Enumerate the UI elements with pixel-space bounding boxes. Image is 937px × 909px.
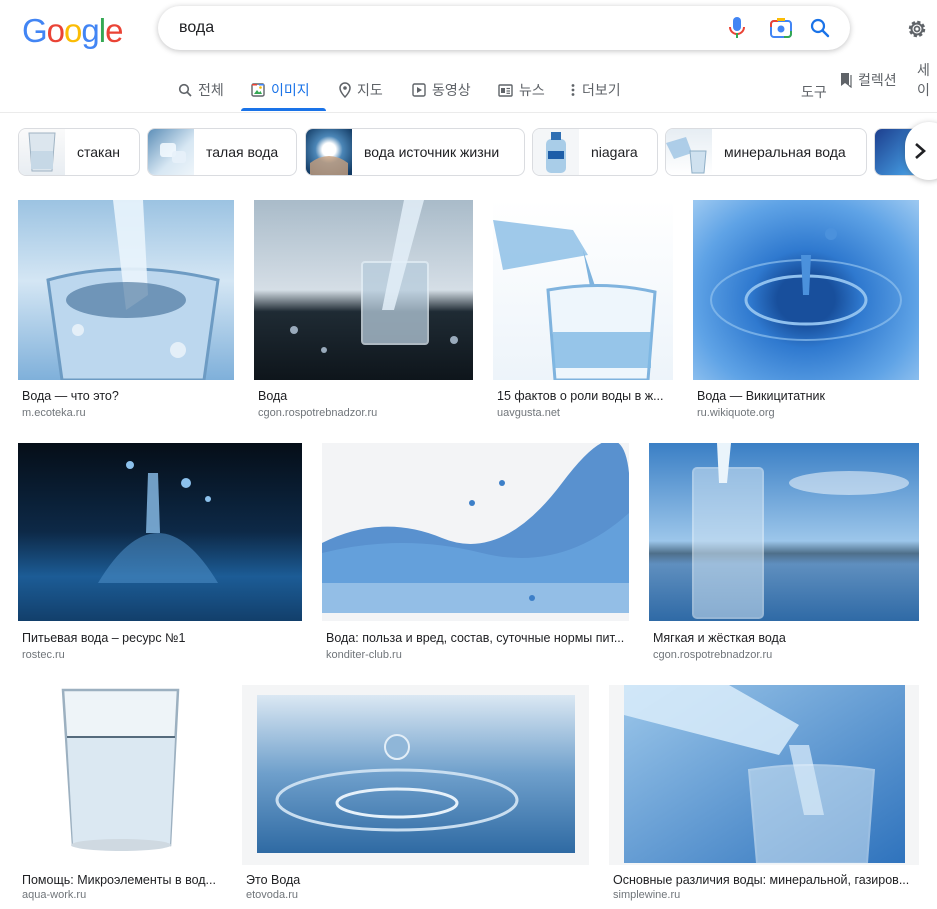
collections-button[interactable]: 컬렉션 — [840, 68, 897, 92]
result-title[interactable]: Вода: польза и вред, состав, суточные но… — [326, 631, 626, 645]
result-title[interactable]: Помощь: Микроэлементы в вод... — [22, 873, 220, 887]
chip-label: вода источник жизни — [364, 144, 500, 160]
camera-lens-icon[interactable] — [769, 16, 793, 40]
play-icon — [412, 83, 426, 97]
result-title[interactable]: 15 фактов о роли воды в ж... — [497, 389, 669, 403]
image-result[interactable]: 15 фактов о роли воды в ж... uavgusta.ne… — [493, 200, 673, 424]
related-chip[interactable]: стакан — [18, 128, 140, 176]
result-thumbnail[interactable] — [609, 685, 919, 865]
result-source[interactable]: uavgusta.net — [497, 407, 560, 419]
result-source[interactable]: konditer-club.ru — [326, 649, 402, 661]
tab-label: 지도 — [357, 82, 383, 98]
result-source[interactable]: rostec.ru — [22, 649, 65, 661]
logo-letter: g — [81, 12, 99, 49]
logo-letter: G — [22, 12, 48, 49]
tab-news[interactable]: 뉴스 — [498, 78, 545, 102]
image-result[interactable]: Вода: польза и вред, состав, суточные но… — [322, 443, 629, 667]
result-thumbnail[interactable] — [18, 200, 234, 380]
active-tab-indicator — [241, 108, 326, 111]
image-icon — [251, 83, 265, 97]
chip-label: стакан — [77, 144, 120, 160]
tab-label: 이미지 — [271, 82, 310, 98]
result-thumbnail[interactable] — [254, 200, 473, 380]
bookmark-icon — [840, 72, 852, 88]
image-result[interactable]: Основные различия воды: минеральной, газ… — [609, 685, 919, 909]
chevron-right-icon — [913, 142, 927, 160]
image-result[interactable]: Вода cgon.rospotrebnadzor.ru — [254, 200, 473, 424]
result-title[interactable]: Вода — [258, 389, 468, 403]
chip-label: талая вода — [206, 144, 279, 160]
tab-label: 동영상 — [432, 82, 471, 98]
search-box[interactable]: вода — [158, 6, 850, 50]
result-thumbnail[interactable] — [322, 443, 629, 621]
tab-videos[interactable]: 동영상 — [412, 78, 471, 102]
tab-maps[interactable]: 지도 — [339, 78, 383, 102]
result-source[interactable]: etovoda.ru — [246, 889, 298, 901]
result-title[interactable]: Это Вода — [246, 873, 586, 887]
chip-thumbnail — [19, 129, 65, 175]
safesearch-button[interactable]: 세이 — [917, 62, 937, 98]
image-result[interactable]: Помощь: Микроэлементы в вод... aqua-work… — [18, 685, 222, 909]
google-logo[interactable]: Google — [22, 12, 123, 50]
tools-label: 도구 — [801, 84, 827, 100]
tab-label: 전체 — [198, 82, 224, 98]
tab-label: 뉴스 — [519, 82, 545, 98]
related-chip[interactable]: талая вода — [147, 128, 297, 176]
tools-button[interactable]: 도구 — [801, 80, 827, 104]
chip-thumbnail — [666, 129, 712, 175]
result-thumbnail[interactable] — [649, 443, 919, 621]
settings-gear-icon[interactable] — [905, 17, 929, 41]
image-result[interactable]: Вода — Викицитатник ru.wikiquote.org — [693, 200, 919, 424]
search-icon — [178, 83, 192, 97]
chip-label: минеральная вода — [724, 144, 846, 160]
image-result[interactable]: Это Вода etovoda.ru — [242, 685, 589, 909]
chips-next-button[interactable] — [905, 122, 937, 180]
chip-thumbnail — [533, 129, 579, 175]
related-chip[interactable]: niagara — [532, 128, 658, 176]
news-icon — [498, 83, 513, 97]
result-thumbnail[interactable] — [18, 685, 222, 865]
tab-label: 더보기 — [582, 82, 621, 98]
safesearch-label: 세이 — [917, 62, 930, 98]
result-source[interactable]: aqua-work.ru — [22, 889, 86, 901]
result-title[interactable]: Питьевая вода – ресурс №1 — [22, 631, 298, 645]
image-result[interactable]: Вода — что это? m.ecoteka.ru — [18, 200, 234, 424]
map-pin-icon — [339, 82, 351, 98]
microphone-icon[interactable] — [725, 16, 749, 40]
related-chip[interactable]: минеральная вода — [665, 128, 867, 176]
result-thumbnail[interactable] — [242, 685, 589, 865]
logo-letter: o — [64, 12, 82, 49]
search-icon[interactable] — [808, 16, 832, 40]
image-result[interactable]: Мягкая и жёсткая вода cgon.rospotrebnadz… — [649, 443, 919, 667]
result-source[interactable]: cgon.rospotrebnadzor.ru — [258, 407, 377, 419]
result-source[interactable]: simplewine.ru — [613, 889, 680, 901]
chip-label: niagara — [591, 144, 638, 160]
related-chip[interactable]: вода источник жизни — [305, 128, 525, 176]
search-tabs: 전체 이미지 지도 동영상 뉴스 더보기 도구 컬렉션 세이 — [0, 62, 937, 113]
logo-letter: o — [46, 12, 65, 49]
image-result[interactable]: Питьевая вода – ресурс №1 rostec.ru — [18, 443, 302, 667]
collections-label: 컬렉션 — [858, 72, 897, 88]
tab-more[interactable]: 더보기 — [570, 78, 621, 102]
logo-letter: e — [105, 12, 123, 49]
tab-images[interactable]: 이미지 — [251, 78, 310, 102]
result-title[interactable]: Вода — Викицитатник — [697, 389, 917, 403]
result-source[interactable]: cgon.rospotrebnadzor.ru — [653, 649, 772, 661]
result-title[interactable]: Основные различия воды: минеральной, газ… — [613, 873, 913, 887]
result-thumbnail[interactable] — [693, 200, 919, 380]
result-thumbnail[interactable] — [493, 200, 673, 380]
result-thumbnail[interactable] — [18, 443, 302, 621]
more-vert-icon — [570, 83, 576, 97]
chip-thumbnail — [306, 129, 352, 175]
search-input[interactable]: вода — [179, 19, 214, 37]
result-source[interactable]: m.ecoteka.ru — [22, 407, 86, 419]
result-title[interactable]: Вода — что это? — [22, 389, 232, 403]
tab-all[interactable]: 전체 — [178, 78, 224, 102]
result-source[interactable]: ru.wikiquote.org — [697, 407, 775, 419]
chip-thumbnail — [148, 129, 194, 175]
result-title[interactable]: Мягкая и жёсткая вода — [653, 631, 915, 645]
